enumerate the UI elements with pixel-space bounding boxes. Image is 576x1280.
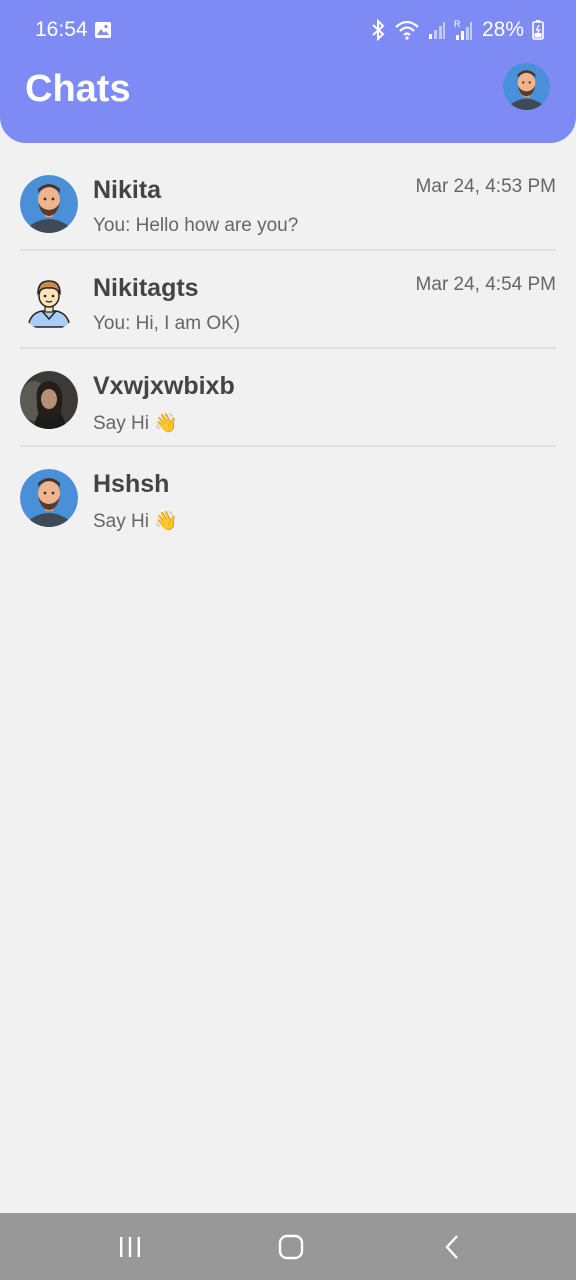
home-icon[interactable] <box>277 1233 305 1261</box>
chat-avatar <box>20 175 78 233</box>
bearded-man-avatar-icon <box>20 175 78 233</box>
chat-avatar <box>20 371 78 429</box>
chat-last-message: Say Hi 👋 <box>93 413 178 434</box>
chat-avatar <box>20 469 78 527</box>
chat-name: Vxwjxwbixb <box>93 372 235 400</box>
chat-row-hshsh[interactable]: Hshsh Say Hi 👋 <box>0 447 576 545</box>
chat-last-message: You: Hello how are you? <box>93 215 299 236</box>
svg-text:R: R <box>454 19 461 29</box>
chat-name: Hshsh <box>93 470 170 498</box>
chat-name: Nikita <box>93 176 162 204</box>
app-header: 16:54 R 28% Chats <box>0 0 576 143</box>
chat-last-message: You: Hi, I am OK) <box>93 313 241 334</box>
cartoon-man-avatar-icon <box>20 273 78 331</box>
signal-roaming-icon: R <box>454 19 472 40</box>
chat-row-nikita[interactable]: Nikita You: Hello how are you? Mar 24, 4… <box>0 153 576 251</box>
recent-apps-icon[interactable] <box>116 1233 144 1261</box>
chat-row-nikitagts[interactable]: Nikitagts You: Hi, I am OK) Mar 24, 4:54… <box>0 251 576 349</box>
battery-icon <box>532 20 544 40</box>
bearded-man-avatar-icon <box>20 469 78 527</box>
status-time: 16:54 <box>35 18 88 41</box>
gallery-icon <box>95 22 111 38</box>
system-nav-bar <box>0 1213 576 1280</box>
wifi-icon <box>395 20 419 40</box>
back-icon[interactable] <box>439 1233 467 1261</box>
chat-last-message: Say Hi 👋 <box>93 511 178 532</box>
status-icons: R 28% <box>370 16 544 44</box>
profile-avatar[interactable] <box>503 63 550 110</box>
page-title: Chats <box>25 68 131 110</box>
battery-percentage: 28% <box>481 18 524 41</box>
chat-name: Nikitagts <box>93 274 199 302</box>
chat-avatar <box>20 273 78 331</box>
bearded-man-avatar-icon <box>503 63 550 110</box>
signal-icon <box>428 22 445 39</box>
status-bar: 16:54 R 28% <box>0 0 576 60</box>
photo-avatar-icon <box>20 371 78 429</box>
chat-list: Nikita You: Hello how are you? Mar 24, 4… <box>0 153 576 545</box>
chat-timestamp: Mar 24, 4:54 PM <box>415 274 556 295</box>
chat-row-vxwjxwbixb[interactable]: Vxwjxwbixb Say Hi 👋 <box>0 349 576 447</box>
bluetooth-icon <box>372 19 385 41</box>
chat-timestamp: Mar 24, 4:53 PM <box>415 176 556 197</box>
